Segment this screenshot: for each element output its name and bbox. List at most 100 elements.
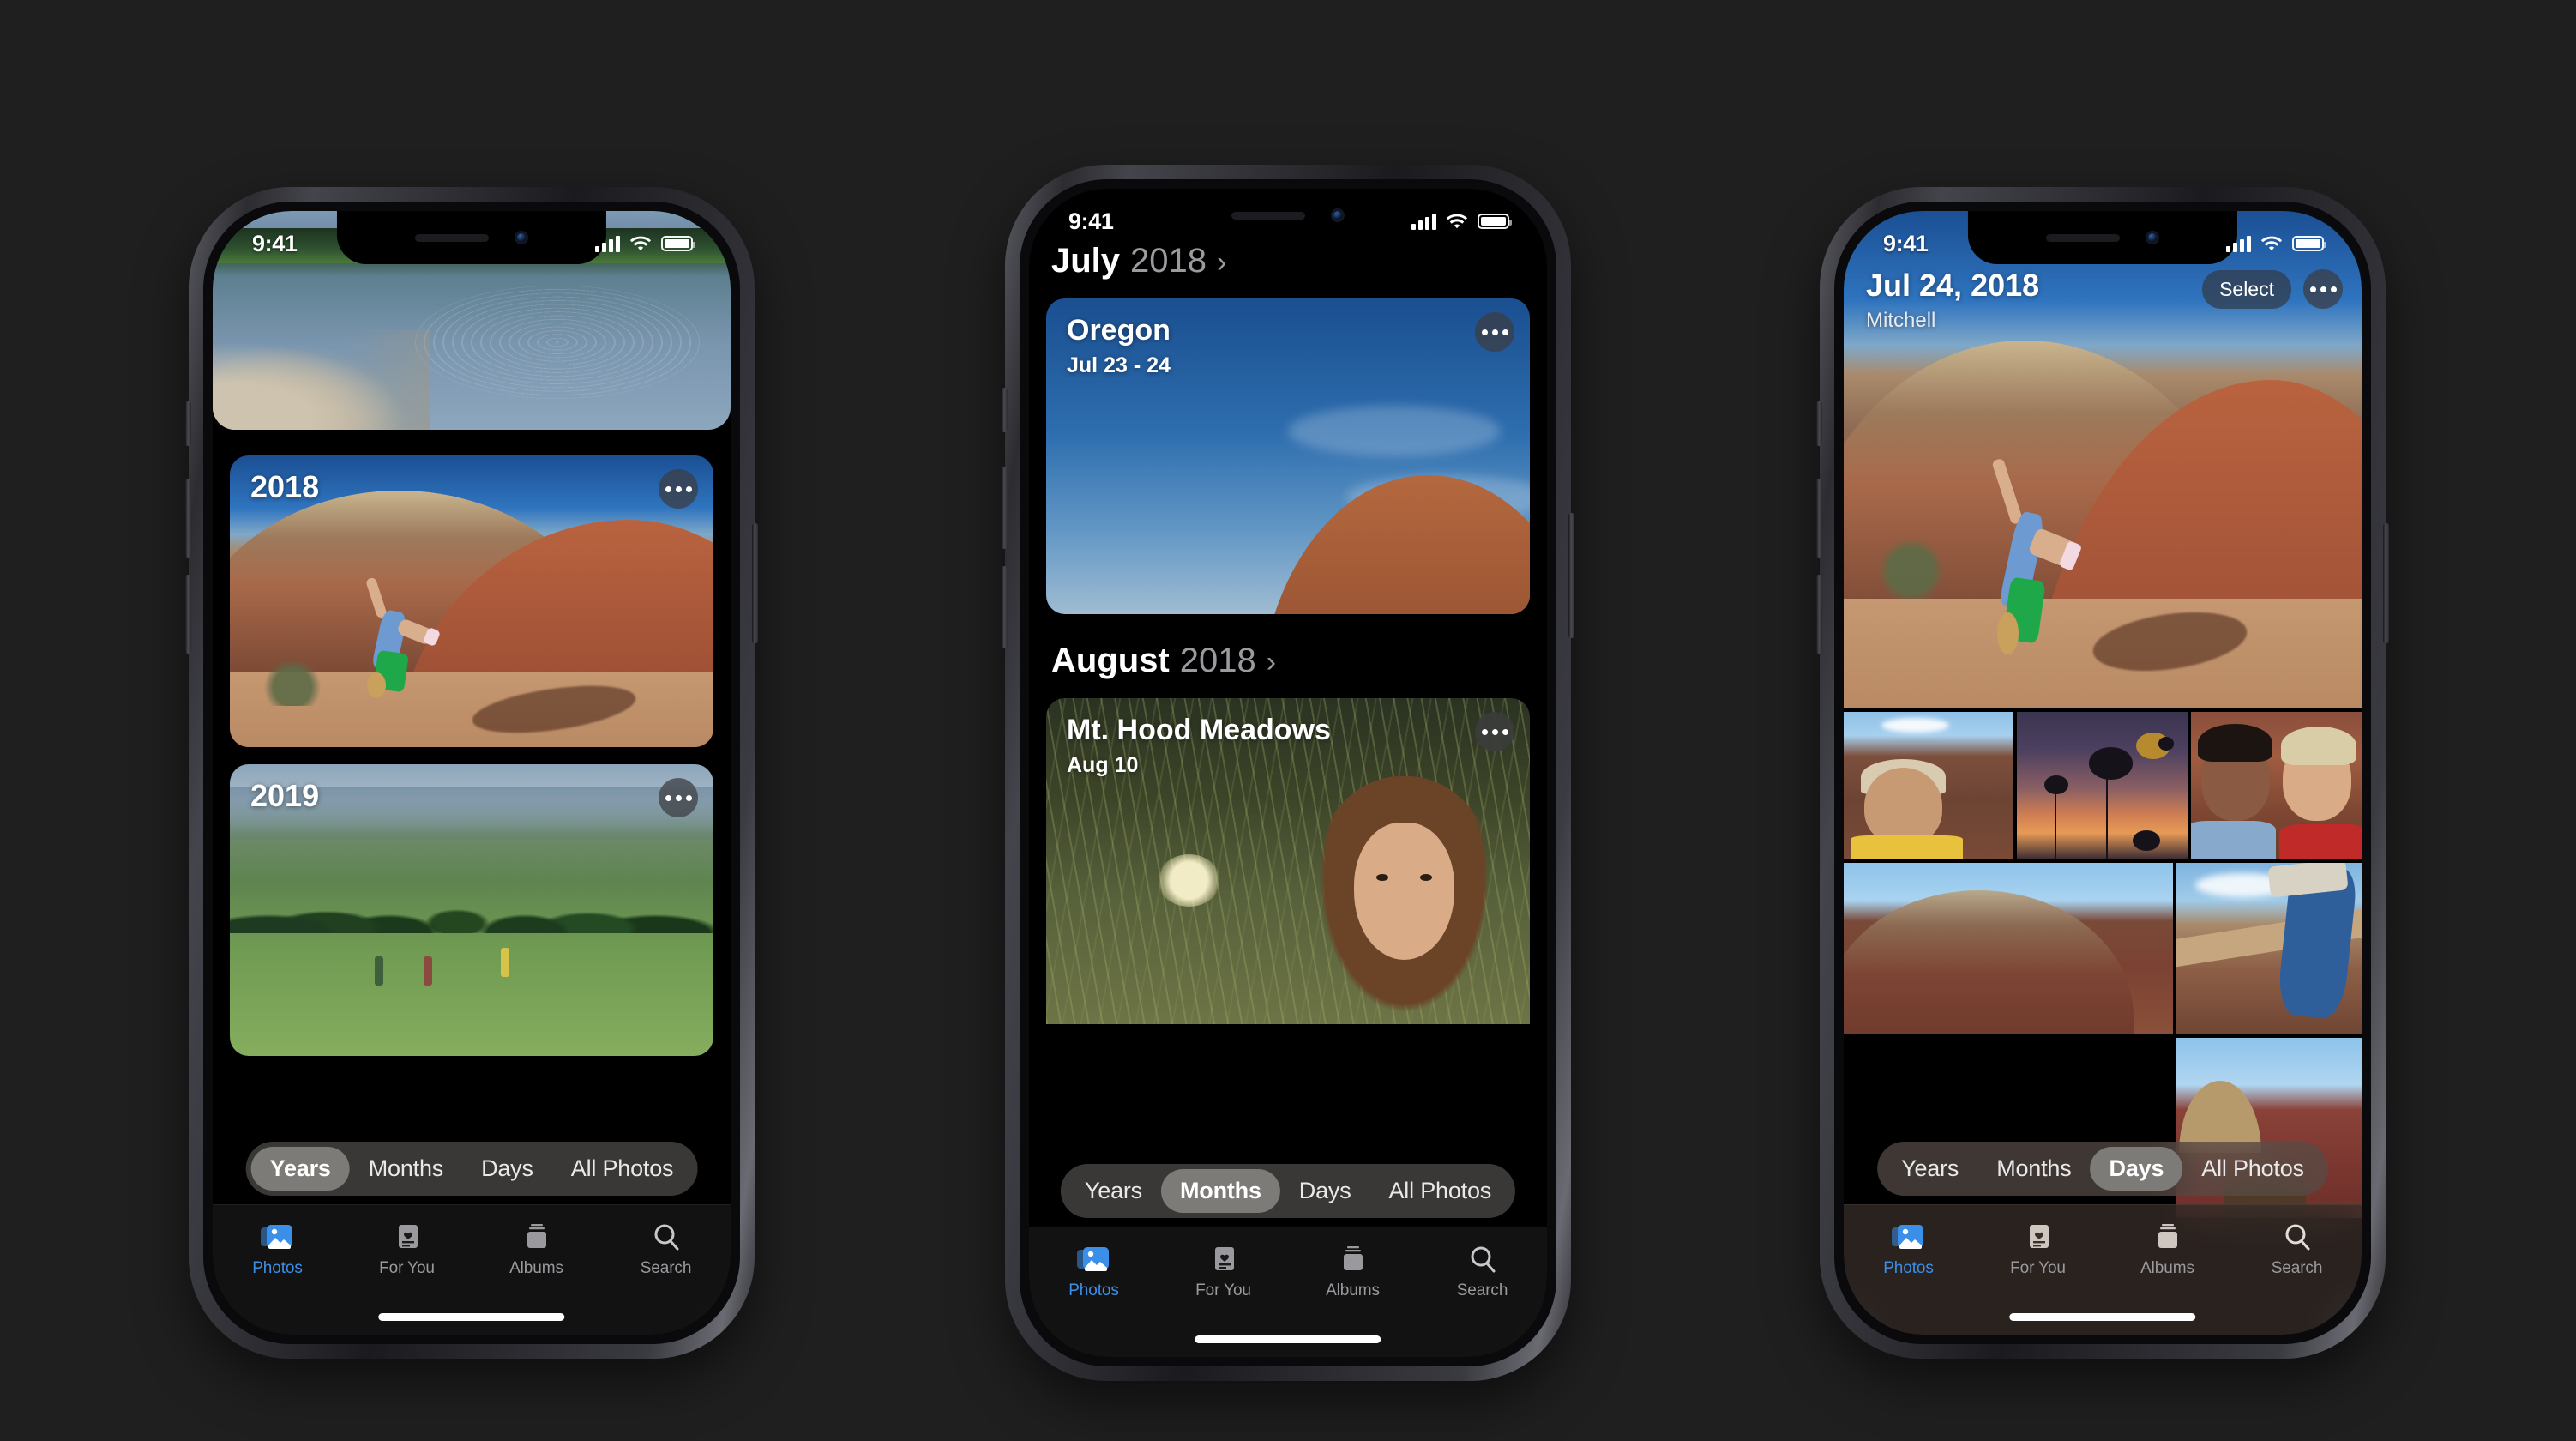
ellipsis-icon-mt-hood[interactable] [1475,712,1514,751]
screen-days: 9:41 Jul 24, 2018 Mitchell Select Years … [1844,211,2362,1335]
for-you-icon [1205,1245,1243,1275]
tab-label-photos: Photos [1883,1259,1934,1277]
grid-photo-boy[interactable] [1844,712,2014,859]
tab-albums[interactable]: Albums [472,1222,601,1278]
tab-label-search: Search [640,1259,692,1277]
segment-months[interactable]: Months [1977,1147,2090,1191]
photos-icon [1890,1222,1928,1253]
grid-photo-big-red-hill[interactable] [1844,863,2173,1034]
bush-shape [1875,529,1947,600]
mute-switch[interactable] [1002,388,1008,432]
month-header-july[interactable]: July 2018 › [1051,242,1226,280]
cartwheel-figure [1983,449,2083,659]
chevron-right-icon[interactable]: › [1267,646,1276,679]
tab-label-albums: Albums [1326,1281,1380,1299]
phone-days: 9:41 Jul 24, 2018 Mitchell Select Years … [1816,187,2389,1359]
tab-search[interactable]: Search [601,1222,731,1278]
albums-icon [2149,1222,2187,1253]
segment-months[interactable]: Months [350,1147,462,1191]
tab-albums[interactable]: Albums [2103,1222,2232,1278]
tab-label-search: Search [2271,1259,2323,1277]
phone-bezel: 9:41 2018 2019 Years Months Days All Pho… [203,202,740,1344]
earpiece-speaker [2045,233,2120,242]
phone-bezel: 9:41 Jul 24, 2018 Mitchell Select Years … [1834,202,2371,1344]
memory-card-oregon[interactable]: Oregon Jul 23 - 24 [1046,298,1530,614]
poster-canvas: 9:41 2018 2019 Years Months Days All Pho… [0,0,2576,1441]
tab-label-for-you: For You [2010,1259,2066,1277]
tab-for-you[interactable]: For You [1159,1245,1288,1300]
tab-label-for-you: For You [1195,1281,1251,1299]
tab-albums[interactable]: Albums [1288,1245,1417,1300]
tab-for-you[interactable]: For You [342,1222,472,1278]
segmented-control-days[interactable]: Years Months Days All Photos [1877,1142,2328,1196]
tab-search[interactable]: Search [1417,1245,1547,1300]
month-header-august[interactable]: August 2018 › [1051,642,1276,680]
power-button[interactable] [1568,513,1574,638]
tab-label-photos: Photos [1068,1281,1119,1299]
status-time: 9:41 [1068,208,1114,234]
tab-label-search: Search [1456,1281,1508,1299]
memory-title-oregon: Oregon [1067,314,1171,347]
segment-years[interactable]: Years [1882,1147,1977,1191]
segment-years[interactable]: Years [1066,1169,1161,1213]
tab-for-you[interactable]: For You [1973,1222,2103,1278]
segment-months[interactable]: Months [1160,1169,1280,1213]
earpiece-speaker [414,233,489,242]
month-name-july: July [1051,242,1121,280]
tab-photos[interactable]: Photos [1029,1245,1159,1300]
mute-switch[interactable] [1816,401,1822,446]
day-header-actions: Select [2202,269,2343,309]
ellipsis-icon-day[interactable] [2303,269,2343,309]
volume-up-button[interactable] [185,479,191,558]
segment-days[interactable]: Days [462,1147,552,1191]
segment-all-photos[interactable]: All Photos [2182,1147,2323,1191]
segment-all-photos[interactable]: All Photos [552,1147,693,1191]
volume-down-button[interactable] [1816,575,1822,654]
year-card-2018[interactable]: 2018 [230,455,713,747]
home-indicator[interactable] [1195,1335,1381,1343]
lake-ripple-detail [414,285,700,400]
tab-label-photos: Photos [252,1259,303,1277]
person-figure [375,956,384,986]
power-button[interactable] [2383,523,2389,643]
volume-up-button[interactable] [1002,467,1008,549]
wifi-icon [1446,214,1468,230]
day-header: Jul 24, 2018 Mitchell [1866,268,2039,333]
mute-switch[interactable] [185,401,191,446]
memory-subtitle-mt-hood: Aug 10 [1067,753,1139,777]
grid-photo-sunset-flowers[interactable] [2017,712,2188,859]
home-indicator[interactable] [2009,1313,2196,1321]
memory-card-mt-hood[interactable]: Mt. Hood Meadows Aug 10 [1046,698,1530,1024]
year-card-label-2018: 2018 [250,469,320,504]
earpiece-speaker [1231,211,1305,220]
segment-days[interactable]: Days [1280,1169,1370,1213]
phone-months: 9:41 July 2018 › Oregon Jul 23 - 24 Augu… [1002,165,1574,1381]
select-button[interactable]: Select [2202,269,2291,309]
tab-search[interactable]: Search [2232,1222,2362,1278]
person-figure [500,948,509,978]
segmented-control-months[interactable]: Years Months Days All Photos [1060,1164,1516,1218]
segmented-control-years[interactable]: Years Months Days All Photos [245,1142,698,1196]
segment-years[interactable]: Years [250,1147,350,1191]
year-card-2019[interactable]: 2019 [230,764,713,1056]
grid-photo-couple-selfie[interactable] [2190,712,2362,859]
segment-days[interactable]: Days [2090,1147,2183,1191]
ellipsis-icon-2018[interactable] [659,469,698,509]
ellipsis-icon-2019[interactable] [659,778,698,817]
segment-all-photos[interactable]: All Photos [1369,1169,1510,1213]
phone-years: 9:41 2018 2019 Years Months Days All Pho… [185,187,758,1359]
tab-photos[interactable]: Photos [213,1222,342,1278]
ellipsis-icon-oregon[interactable] [1475,312,1514,352]
chevron-right-icon[interactable]: › [1217,246,1226,280]
day-header-place: Mitchell [1866,309,1936,332]
grid-photo-shoe-trail[interactable] [2176,863,2362,1034]
power-button[interactable] [752,523,758,643]
tab-photos[interactable]: Photos [1844,1222,1973,1278]
bush-shape [254,660,332,707]
screen-months: 9:41 July 2018 › Oregon Jul 23 - 24 Augu… [1029,189,1547,1357]
volume-down-button[interactable] [1002,566,1008,648]
volume-up-button[interactable] [1816,479,1822,558]
home-indicator[interactable] [378,1313,565,1321]
person-figure [423,956,432,986]
volume-down-button[interactable] [185,575,191,654]
